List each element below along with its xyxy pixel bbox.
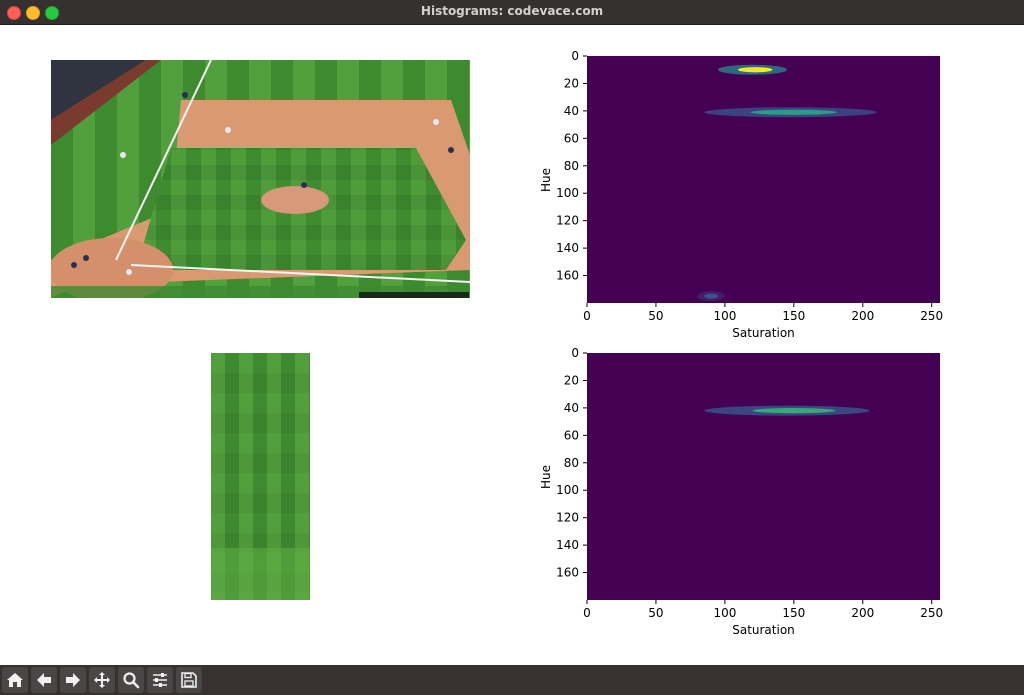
y-tick-label: 60: [564, 428, 579, 442]
hue-saturation-histogram-crop: 0 50 100 150 200 250 0 20 40 60 80 100 120 140 160 Sa…: [539, 347, 943, 637]
y-tick-label: 40: [564, 401, 579, 415]
y-tick-label: 20: [564, 373, 579, 387]
y-tick-label: 100: [556, 483, 579, 497]
y-tick-label: 160: [556, 566, 579, 580]
x-tick-label: 200: [851, 309, 874, 323]
matplotlib-toolbar: [0, 665, 1024, 695]
pan-button[interactable]: [89, 667, 115, 693]
configure-subplots-button[interactable]: [147, 667, 173, 693]
plot-area: [587, 56, 940, 303]
y-tick-label: 100: [556, 186, 579, 200]
x-tick-label: 100: [713, 309, 736, 323]
save-button[interactable]: [176, 667, 202, 693]
x-tick-label: 250: [920, 606, 943, 620]
home-icon: [7, 673, 23, 687]
window-title: Histograms: codevace.com: [420, 4, 604, 18]
forward-button[interactable]: [60, 667, 86, 693]
zoom-magnifier-icon: [123, 672, 140, 689]
histogram-hotspot-peak: [737, 67, 773, 73]
figure-canvas: 0 50 100 150 200 250 0 20 40 60 80 100 120 140 160 Sa…: [0, 25, 1024, 665]
y-tick-label: 160: [556, 269, 579, 283]
y-tick-label: 140: [556, 241, 579, 255]
y-axis-label: Hue: [539, 168, 553, 192]
grass-crop-image: [211, 353, 310, 600]
y-tick-label: 80: [564, 456, 579, 470]
x-tick-label: 0: [583, 309, 591, 323]
x-tick-label: 50: [648, 606, 663, 620]
back-button[interactable]: [31, 667, 57, 693]
save-disk-icon: [181, 672, 197, 688]
y-tick-label: 60: [564, 131, 579, 145]
window-titlebar: Histograms: codevace.com: [0, 0, 1024, 25]
x-tick-label: 100: [713, 606, 736, 620]
x-tick-label: 0: [583, 606, 591, 620]
y-axis-label: Hue: [539, 465, 553, 489]
x-tick-label: 50: [648, 309, 663, 323]
pan-move-icon: [94, 672, 110, 688]
baseball-field-image: [51, 60, 470, 298]
home-button[interactable]: [2, 667, 28, 693]
y-tick-label: 40: [564, 104, 579, 118]
histogram-hotspot-peak: [752, 408, 836, 414]
configure-subplots-icon: [153, 673, 167, 687]
y-tick-label: 20: [564, 76, 579, 90]
plot-area: [587, 353, 940, 600]
y-tick-label: 0: [571, 347, 579, 360]
x-tick-label: 150: [782, 606, 805, 620]
histogram-hotspot-peak: [750, 109, 837, 115]
forward-arrow-icon: [66, 673, 80, 687]
hue-saturation-histogram-full: 0 50 100 150 200 250 0 20 40 60 80 100 120 140 160 Sa…: [539, 50, 943, 340]
y-tick-label: 80: [564, 159, 579, 173]
x-tick-label: 150: [782, 309, 805, 323]
y-tick-label: 120: [556, 511, 579, 525]
x-axis-label: Saturation: [732, 326, 795, 340]
back-arrow-icon: [37, 673, 51, 687]
x-tick-label: 250: [920, 309, 943, 323]
y-tick-label: 140: [556, 538, 579, 552]
histogram-hotspot-peak: [704, 293, 718, 299]
y-tick-label: 120: [556, 214, 579, 228]
x-tick-label: 200: [851, 606, 874, 620]
y-tick-label: 0: [571, 50, 579, 63]
zoom-button[interactable]: [118, 667, 144, 693]
x-axis-label: Saturation: [732, 623, 795, 637]
